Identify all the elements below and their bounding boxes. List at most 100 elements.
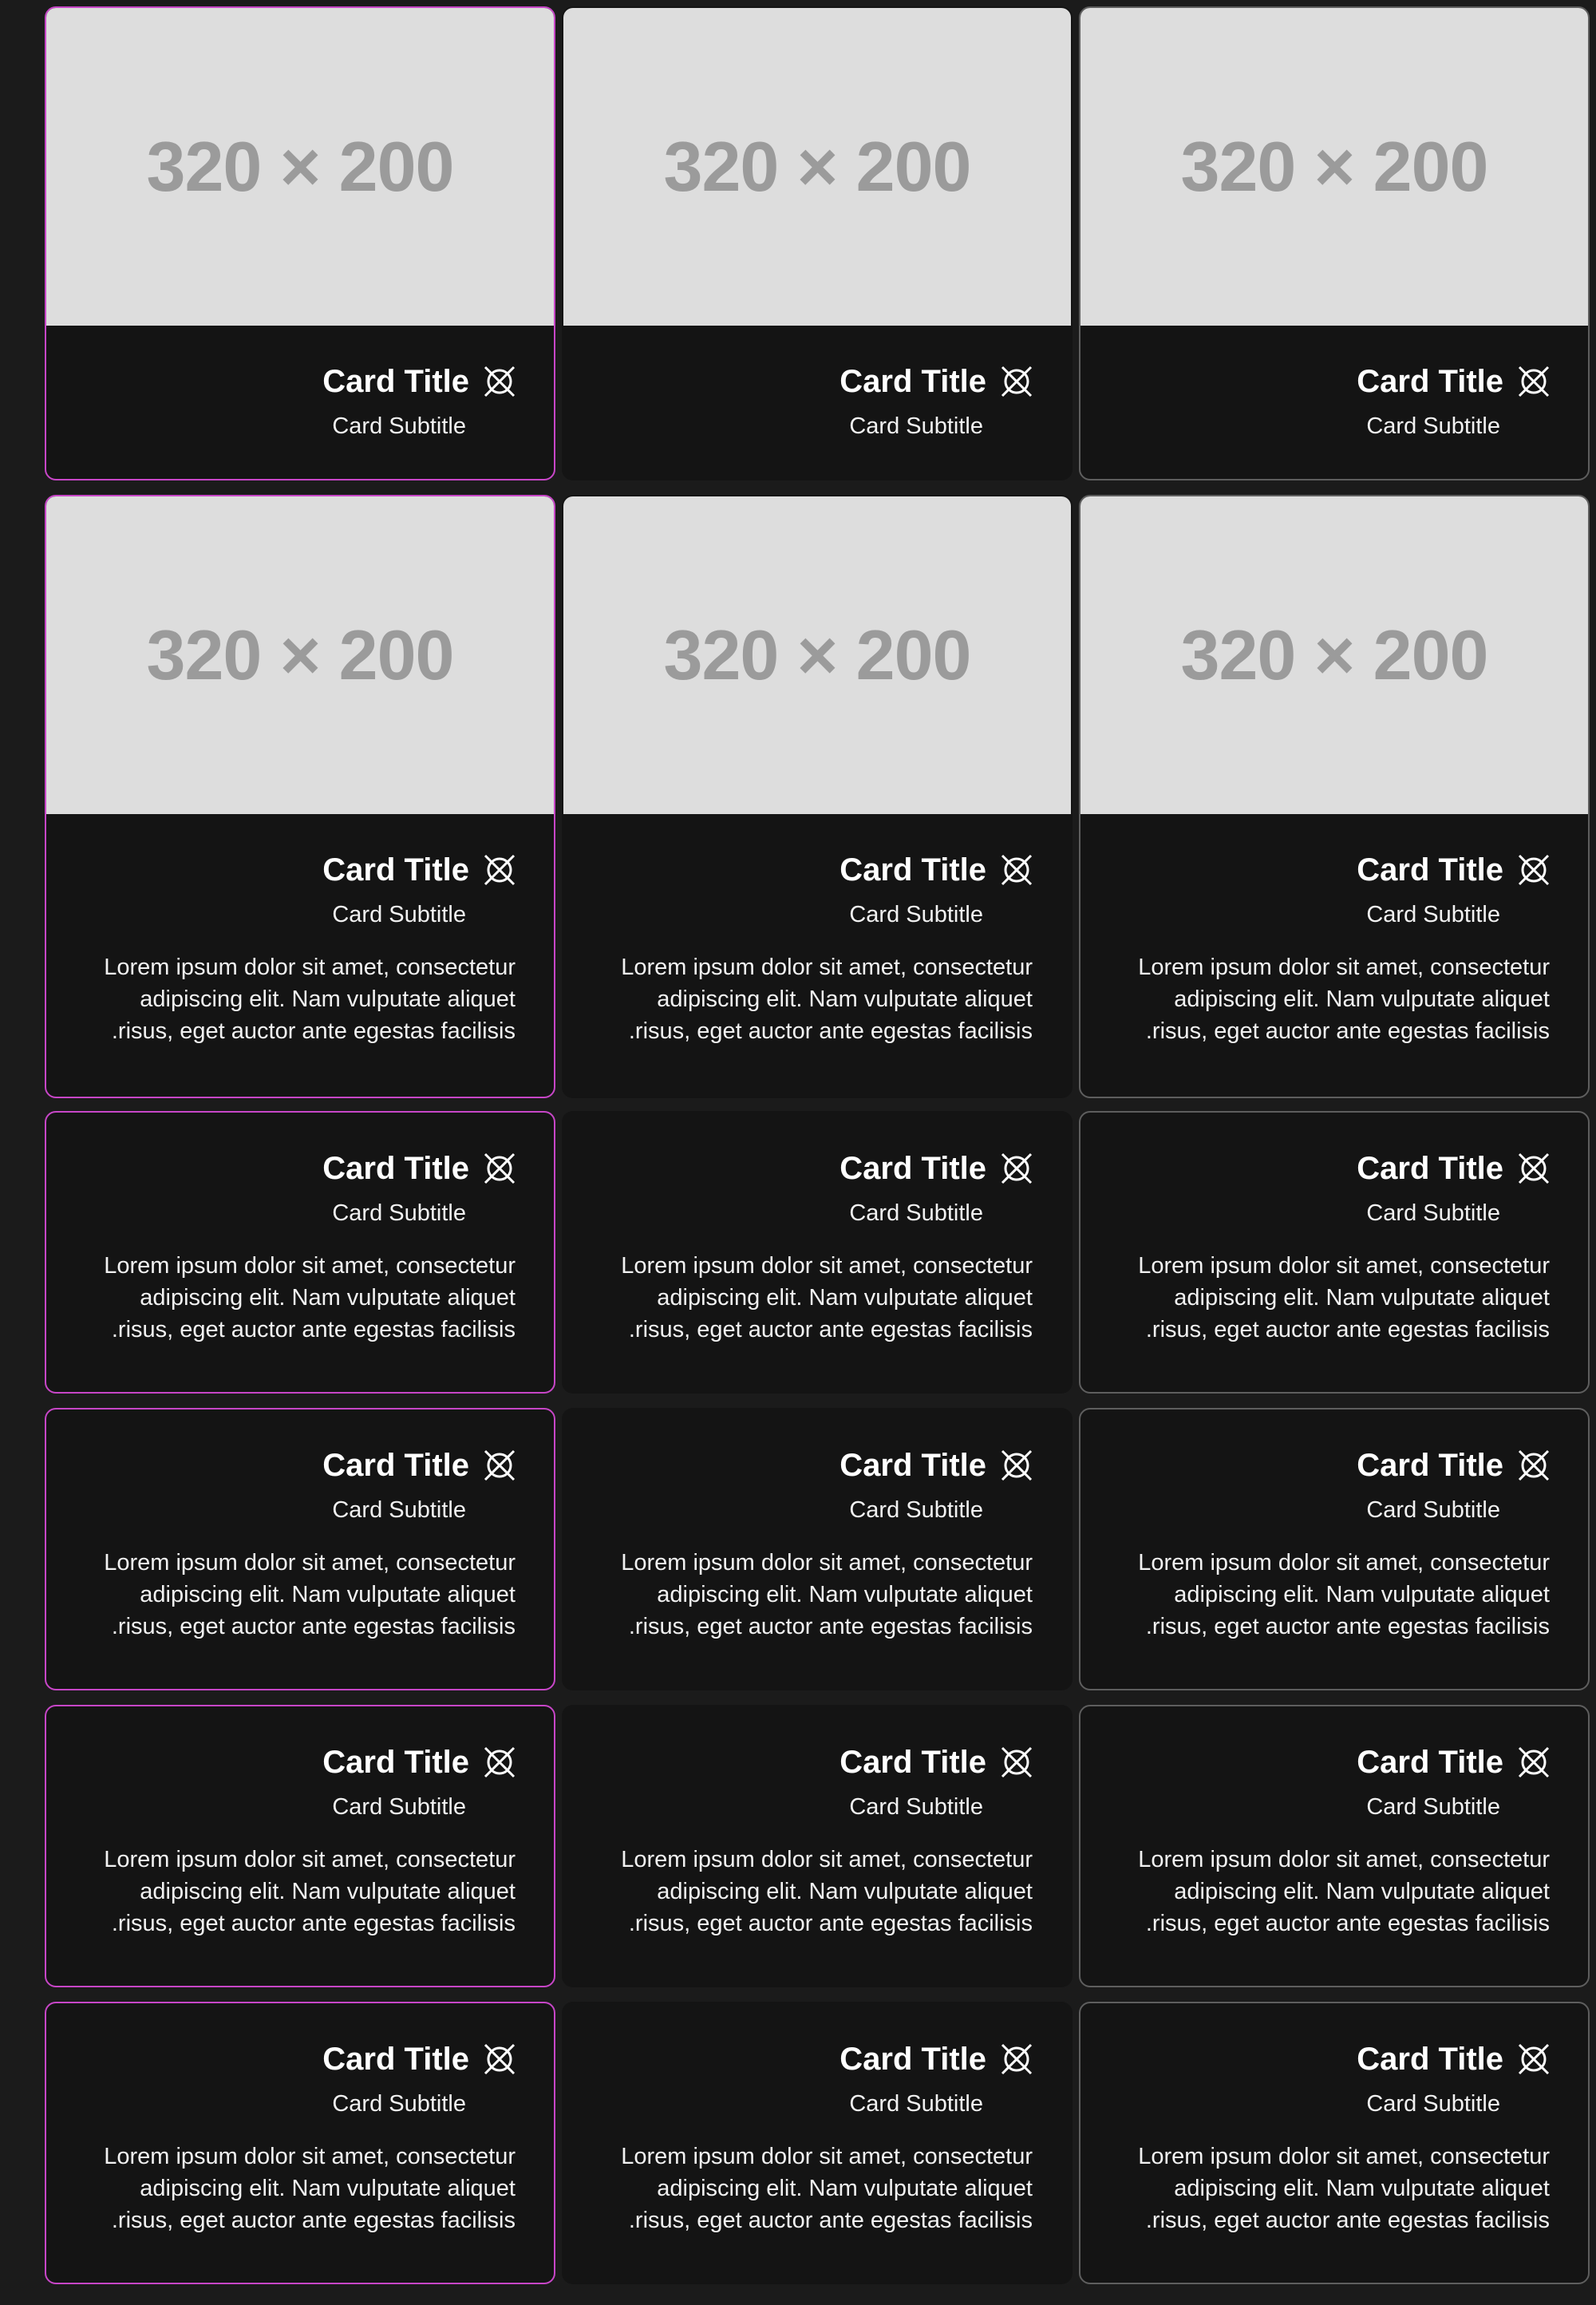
card[interactable]: Card Title Card Subtitle Lorem ipsum dolor… [45,1705,555,1987]
card[interactable]: Card Title Card Subtitle Lorem ipsum dolor… [45,2002,555,2284]
card-body-line: Lorem ipsum dolor sit amet, consectetur [621,955,1033,980]
card-header: Card Title [839,362,1034,401]
card-body-line: Lorem ipsum dolor sit amet, consectetur [104,2144,516,2169]
card-body-line: risus, eget auctor ante egestas facilisi… [628,1018,1033,1044]
card-body-line: Lorem ipsum dolor sit amet, consectetur [1138,2144,1550,2169]
card-body-line: adipiscing elit. Nam vulputate aliquet [140,1582,516,1607]
crossed-circle-icon [482,2042,517,2077]
card-body-line: Lorem ipsum dolor sit amet, consectetur [104,955,516,980]
card-header: Card Title [1357,362,1551,401]
card-header: Card Title [839,1743,1034,1781]
card-grid: 320 × 200 Card Title Card Subtitle 320 × 20… [0,0,1596,2305]
card-body-line: risus, eget auctor ante egestas facilisi… [111,1911,516,1936]
card-image-placeholder: 320 × 200 [563,8,1071,326]
card-body-line: Lorem ipsum dolor sit amet, consectetur [104,1550,516,1576]
card[interactable]: 320 × 200 Card Title Card Subtitle Lorem ip… [562,495,1073,1098]
card-body-text: Lorem ipsum dolor sit amet, consectetur a… [69,2141,516,2236]
card[interactable]: Card Title Card Subtitle Lorem ipsum dolor… [562,1111,1073,1394]
card[interactable]: Card Title Card Subtitle Lorem ipsum dolor… [1079,1705,1590,1987]
card-subtitle: Card Subtitle [332,413,466,439]
card-title: Card Title [839,1151,986,1186]
card-subtitle: Card Subtitle [1366,1794,1500,1820]
card[interactable]: Card Title Card Subtitle Lorem ipsum dolor… [1079,1408,1590,1690]
card[interactable]: Card Title Card Subtitle Lorem ipsum dolor… [45,1408,555,1690]
card-body-text: Lorem ipsum dolor sit amet, consectetur a… [69,1844,516,1939]
crossed-circle-icon [999,1745,1034,1780]
card-subtitle: Card Subtitle [332,1200,466,1226]
image-dimensions-label: 320 × 200 [146,615,455,694]
crossed-circle-icon [482,1448,517,1483]
card-subtitle: Card Subtitle [849,1200,983,1226]
crossed-circle-icon [482,852,517,888]
crossed-circle-icon [999,1151,1034,1186]
card-subtitle: Card Subtitle [1366,902,1500,927]
card-header: Card Title [1357,2040,1551,2078]
card-title: Card Title [1357,1151,1503,1186]
card[interactable]: Card Title Card Subtitle Lorem ipsum dolor… [562,1408,1073,1690]
card-body-text: Lorem ipsum dolor sit amet, consectetur a… [69,1547,516,1643]
card-header: Card Title [1357,1149,1551,1188]
image-dimensions-label: 320 × 200 [1180,615,1489,694]
card-body-line: Lorem ipsum dolor sit amet, consectetur [621,1253,1033,1279]
card-subtitle: Card Subtitle [332,1794,466,1820]
crossed-circle-icon [1516,1745,1551,1780]
card-title: Card Title [839,2042,986,2077]
card-body-line: risus, eget auctor ante egestas facilisi… [111,1614,516,1639]
card-body-line: adipiscing elit. Nam vulputate aliquet [657,2176,1033,2201]
crossed-circle-icon [482,1151,517,1186]
card[interactable]: 320 × 200 Card Title Card Subtitle [45,6,555,480]
card-subtitle: Card Subtitle [332,2091,466,2117]
card-header: Card Title [322,2040,517,2078]
crossed-circle-icon [1516,1448,1551,1483]
card-body-text: Lorem ipsum dolor sit amet, consectetur a… [1103,1250,1550,1346]
card[interactable]: 320 × 200 Card Title Card Subtitle Lorem ip… [45,495,555,1098]
card[interactable]: Card Title Card Subtitle Lorem ipsum dolor… [45,1111,555,1394]
card-title: Card Title [322,1745,469,1780]
card-body-line: risus, eget auctor ante egestas facilisi… [111,1018,516,1044]
card[interactable]: Card Title Card Subtitle Lorem ipsum dolor… [1079,1111,1590,1394]
card[interactable]: Card Title Card Subtitle Lorem ipsum dolor… [1079,2002,1590,2284]
card-header: Card Title [322,1149,517,1188]
card-title: Card Title [1357,1745,1503,1780]
crossed-circle-icon [482,1745,517,1780]
card-body-text: Lorem ipsum dolor sit amet, consectetur a… [1103,1844,1550,1939]
card-body-line: adipiscing elit. Nam vulputate aliquet [140,1879,516,1904]
card-body-line: adipiscing elit. Nam vulputate aliquet [657,1285,1033,1311]
card-body-line: Lorem ipsum dolor sit amet, consectetur [104,1847,516,1872]
card-header: Card Title [839,1149,1034,1188]
card-title: Card Title [839,1745,986,1780]
card-body-line: Lorem ipsum dolor sit amet, consectetur [104,1253,516,1279]
card-title: Card Title [322,2042,469,2077]
card-body-text: Lorem ipsum dolor sit amet, consectetur a… [586,951,1033,1047]
card-body-line: risus, eget auctor ante egestas facilisi… [1145,1018,1550,1044]
card-title: Card Title [322,852,469,888]
card[interactable]: Card Title Card Subtitle Lorem ipsum dolor… [562,2002,1073,2284]
card-image-placeholder: 320 × 200 [1080,496,1588,814]
card-header: Card Title [322,1446,517,1485]
card-body-text: Lorem ipsum dolor sit amet, consectetur a… [586,1547,1033,1643]
card[interactable]: Card Title Card Subtitle Lorem ipsum dolor… [562,1705,1073,1987]
card-body-line: risus, eget auctor ante egestas facilisi… [628,1911,1033,1936]
card-body-line: adipiscing elit. Nam vulputate aliquet [1174,986,1550,1012]
crossed-circle-icon [1516,1151,1551,1186]
card-title: Card Title [322,1448,469,1483]
card-body-line: adipiscing elit. Nam vulputate aliquet [140,2176,516,2201]
card[interactable]: 320 × 200 Card Title Card Subtitle [1079,6,1590,480]
card-header: Card Title [839,851,1034,889]
card[interactable]: 320 × 200 Card Title Card Subtitle [562,6,1073,480]
card-header: Card Title [322,1743,517,1781]
crossed-circle-icon [999,364,1034,399]
card-header: Card Title [1357,851,1551,889]
card-body-line: risus, eget auctor ante egestas facilisi… [111,1317,516,1342]
card-title: Card Title [839,852,986,888]
card-body-line: adipiscing elit. Nam vulputate aliquet [140,1285,516,1311]
card-header: Card Title [1357,1743,1551,1781]
card-image-placeholder: 320 × 200 [46,496,554,814]
card-body-line: risus, eget auctor ante egestas facilisi… [1145,2208,1550,2233]
crossed-circle-icon [999,1448,1034,1483]
card-body-line: Lorem ipsum dolor sit amet, consectetur [621,1550,1033,1576]
card[interactable]: 320 × 200 Card Title Card Subtitle Lorem ip… [1079,495,1590,1098]
card-body-line: risus, eget auctor ante egestas facilisi… [628,1317,1033,1342]
card-body-line: adipiscing elit. Nam vulputate aliquet [1174,1879,1550,1904]
card-body-text: Lorem ipsum dolor sit amet, consectetur a… [586,2141,1033,2236]
